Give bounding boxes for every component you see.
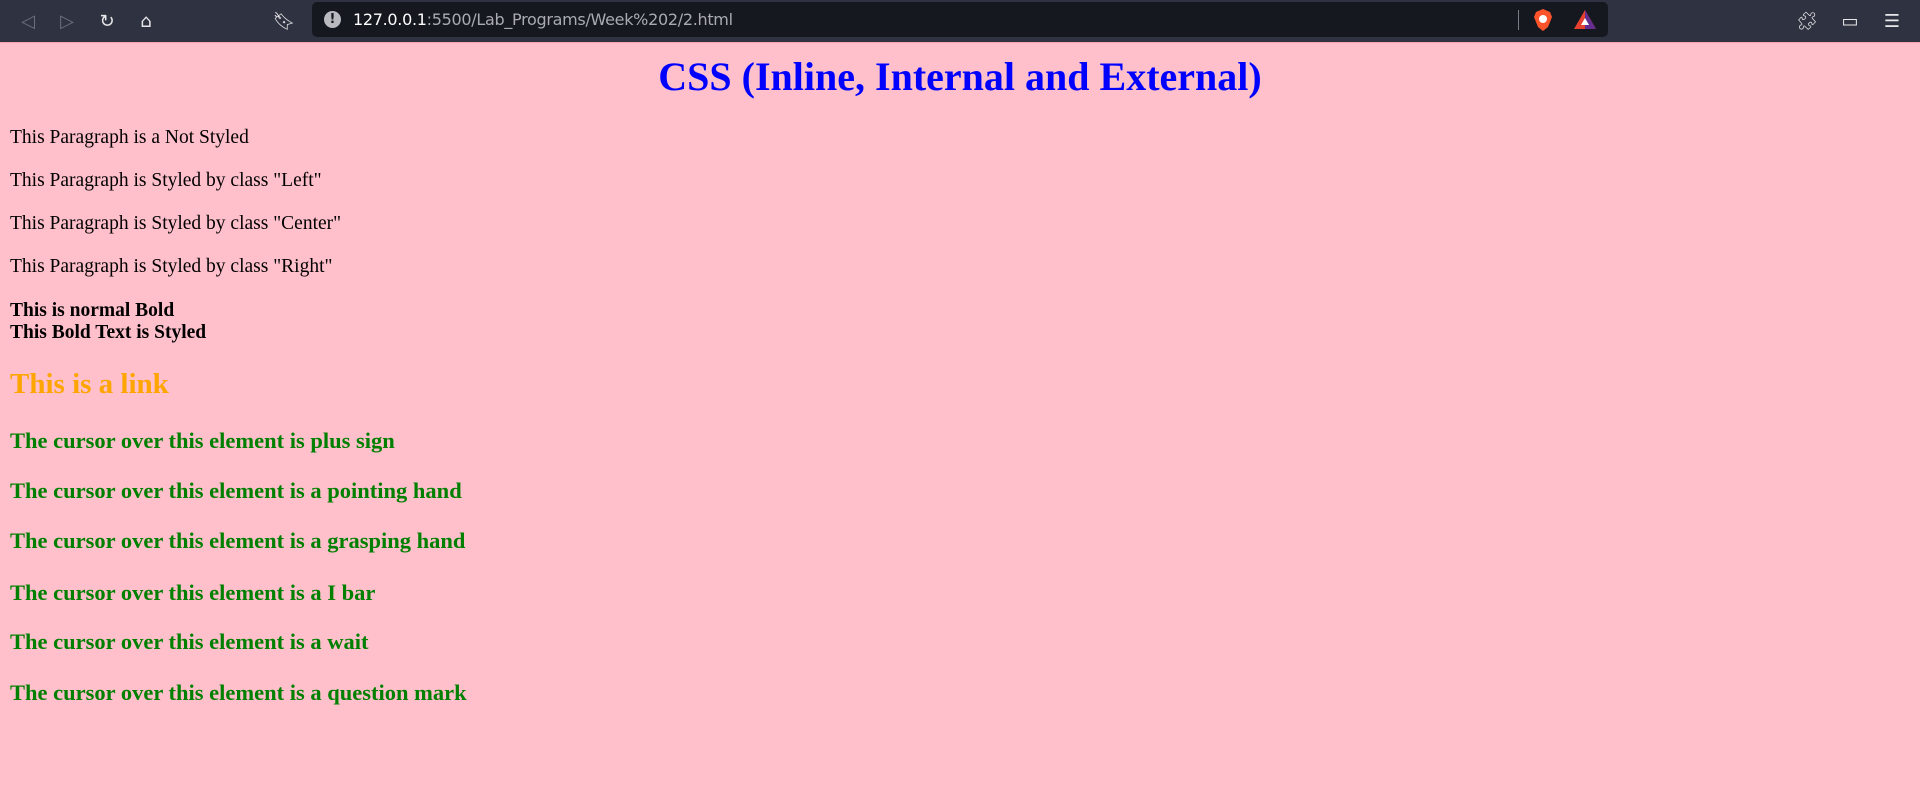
home-icon[interactable]: ⌂	[134, 9, 158, 33]
bookmark-icon[interactable]: 🔖︎	[272, 9, 296, 33]
bold-styled: This Bold Text is Styled	[10, 322, 207, 343]
url-path: :5500/Lab_Programs/Week%202/2.html	[426, 10, 733, 29]
browser-toolbar: ◁ ▷ ↻ ⌂ 🔖︎ ! 127.0.0.1:5500/Lab_Programs…	[0, 0, 1920, 43]
cursor-help-item[interactable]: The cursor over this element is a questi…	[10, 680, 467, 706]
forward-icon[interactable]: ▷	[55, 9, 79, 33]
paragraph-not-styled: This Paragraph is a Not Styled	[10, 127, 249, 148]
paragraph-left: This Paragraph is Styled by class "Left"	[10, 170, 322, 191]
divider	[1518, 10, 1519, 30]
brave-rewards-icon[interactable]	[1574, 10, 1596, 30]
menu-icon[interactable]: ☰	[1880, 9, 1904, 33]
page-title: CSS (Inline, Internal and External)	[658, 54, 1262, 99]
wallet-icon[interactable]: ▭	[1838, 9, 1862, 33]
cursor-wait-item[interactable]: The cursor over this element is a wait	[10, 629, 369, 655]
extensions-icon[interactable]: 🧩︎	[1795, 9, 1819, 33]
paragraph-center: This Paragraph is Styled by class "Cente…	[10, 213, 342, 234]
back-icon[interactable]: ◁	[16, 9, 40, 33]
url-text[interactable]: 127.0.0.1:5500/Lab_Programs/Week%202/2.h…	[353, 10, 733, 29]
reload-icon[interactable]: ↻	[95, 9, 119, 33]
page-content: CSS (Inline, Internal and External) This…	[0, 43, 1920, 787]
address-bar[interactable]: ! 127.0.0.1:5500/Lab_Programs/Week%202/2…	[312, 2, 1608, 37]
paragraph-right: This Paragraph is Styled by class "Right…	[10, 256, 333, 277]
cursor-plus-item[interactable]: The cursor over this element is plus sig…	[10, 428, 395, 454]
cursor-pointer-item[interactable]: The cursor over this element is a pointi…	[10, 478, 462, 504]
url-host: 127.0.0.1	[353, 10, 427, 29]
cursor-grab-item[interactable]: The cursor over this element is a graspi…	[10, 528, 465, 554]
brave-shields-icon[interactable]	[1533, 9, 1553, 31]
cursor-text-item[interactable]: The cursor over this element is a I bar	[10, 580, 375, 606]
bold-normal: This is normal Bold	[10, 300, 175, 321]
site-info-icon[interactable]: !	[324, 11, 341, 28]
link[interactable]: This is a link	[10, 368, 169, 401]
